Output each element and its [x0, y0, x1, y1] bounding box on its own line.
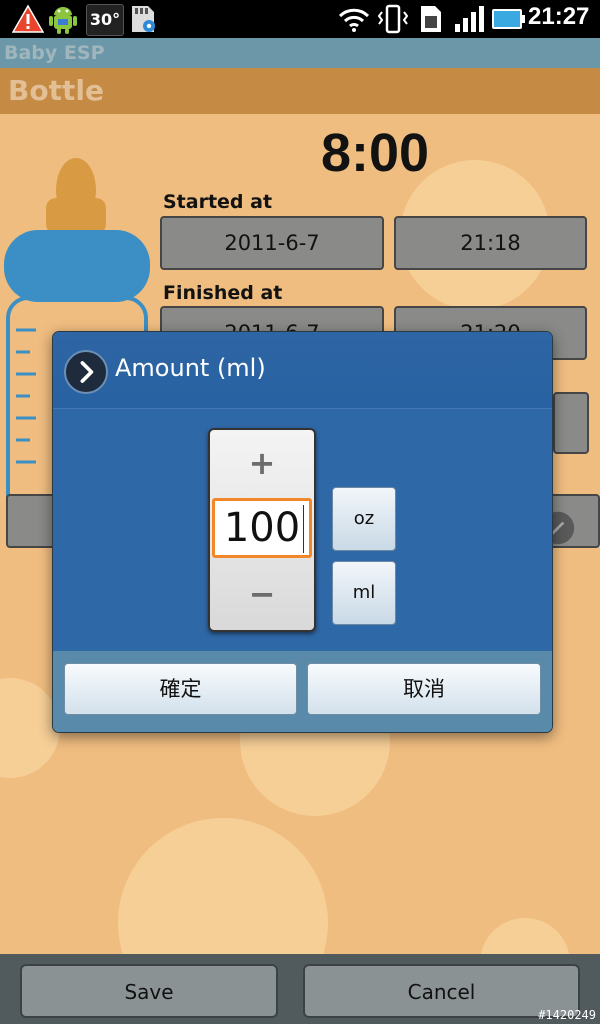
app-title: Baby ESP: [4, 42, 105, 64]
unit-oz-button[interactable]: oz: [332, 487, 396, 551]
amount-number-picker: + 100 −: [208, 428, 316, 632]
bottom-action-bar: Save Cancel: [0, 954, 600, 1024]
timer-display: 8:00: [320, 123, 430, 183]
chevron-right-icon: [64, 350, 108, 394]
dialog-title: Amount (ml): [115, 354, 266, 382]
screen-title: Bottle: [8, 74, 104, 107]
sd-card-icon: [132, 6, 155, 32]
wifi-icon: [338, 8, 370, 32]
note-field[interactable]: [553, 392, 589, 454]
signal-icon: [455, 6, 484, 32]
amount-dialog: Amount (ml) + 100 − oz ml 確定 取消: [52, 331, 553, 733]
unit-ml-button[interactable]: ml: [332, 561, 396, 625]
confirm-button[interactable]: 確定: [64, 663, 297, 715]
dialog-footer: 確定 取消: [53, 651, 552, 732]
started-date-field[interactable]: 2011-6-7: [160, 216, 384, 270]
sim-card-icon: [421, 6, 441, 32]
dialog-body: + 100 − oz ml: [53, 409, 552, 651]
started-at-label: Started at: [163, 191, 273, 213]
status-clock: 21:27: [528, 3, 590, 30]
warning-icon: [12, 4, 44, 33]
temperature-badge: 30°: [86, 4, 124, 36]
dialog-header: Amount (ml): [53, 332, 552, 409]
screen-header: Bottle: [0, 68, 600, 114]
android-icon: [49, 7, 77, 34]
vibrate-icon: [377, 4, 409, 34]
finished-at-label: Finished at: [163, 282, 283, 304]
amount-input[interactable]: 100: [212, 498, 312, 558]
app-title-bar: Baby ESP: [0, 38, 600, 68]
save-button[interactable]: Save: [20, 964, 278, 1018]
background-circle: [0, 678, 60, 778]
dialog-cancel-button[interactable]: 取消: [307, 663, 541, 715]
watermark: #1420249: [538, 1008, 596, 1022]
decrement-button[interactable]: −: [210, 561, 314, 627]
text-cursor: [303, 505, 304, 553]
amount-value: 100: [223, 505, 301, 551]
battery-icon: [492, 9, 525, 29]
started-time-field[interactable]: 21:18: [394, 216, 587, 270]
increment-button[interactable]: +: [210, 430, 314, 496]
status-bar: 30° 21:27: [0, 0, 600, 38]
